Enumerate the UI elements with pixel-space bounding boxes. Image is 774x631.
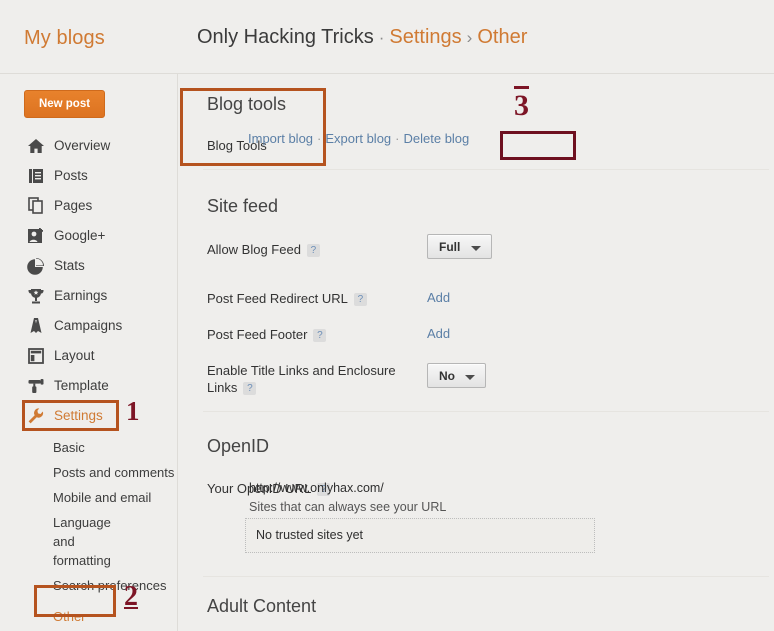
help-icon[interactable]: ? [353,293,367,306]
sidebar-item-earnings[interactable]: Earnings [0,281,178,311]
sidebar: New post Overview Posts Pages Google+ St… [0,74,178,631]
openid-heading: OpenID [207,436,270,456]
link-separator-dot: · [395,131,400,146]
post-feed-redirect-text: Post Feed Redirect URL [207,291,348,306]
blog-tools-actions: Import blog · Export blog · Delete blog [248,131,469,146]
divider [203,576,769,577]
breadcrumb: Only Hacking Tricks · Settings › Other [197,26,527,49]
export-blog-link[interactable]: Export blog [325,131,391,146]
delete-blog-link[interactable]: Delete blog [404,131,470,146]
adult-content-heading: Adult Content [207,596,317,616]
blogger-settings-screen: My blogs Only Hacking Tricks · Settings › Ot… [0,0,774,631]
sidebar-item-stats[interactable]: Stats [0,251,178,281]
chevron-down-icon [471,246,481,251]
post-feed-redirect-add-link[interactable]: Add [427,290,450,305]
chevron-down-icon [465,375,475,380]
sidebar-item-label: Stats [54,258,85,273]
sidebar-item-pages[interactable]: Pages [0,191,178,221]
stats-pie-icon [27,257,45,275]
sidebar-item-layout[interactable]: Layout [0,341,178,371]
help-icon[interactable]: ? [306,244,320,257]
openid-sub-text: Sites that can always see your URL [249,500,447,514]
divider [203,169,769,170]
blog-tools-heading: Blog tools [207,94,287,114]
link-separator-dot: · [317,131,322,146]
top-bar: My blogs Only Hacking Tricks · Settings › Ot… [0,0,774,74]
import-blog-link[interactable]: Import blog [248,131,313,146]
divider [203,411,769,412]
sidebar-item-label: Overview [54,138,111,153]
allow-blog-feed-dropdown[interactable]: Full [427,234,492,259]
site-feed-heading: Site feed [207,196,279,216]
dropdown-value: Full [439,240,461,254]
new-post-button[interactable]: New post [24,90,105,118]
sidebar-item-label: Google+ [54,228,106,243]
allow-blog-feed-label: Allow Blog Feed? [207,241,320,258]
posts-icon [27,167,45,185]
post-feed-footer-add-link[interactable]: Add [427,326,450,341]
sidebar-item-label: Posts [54,168,88,183]
sidebar-item-label: Settings [54,408,103,423]
breadcrumb-other[interactable]: Other [477,26,527,48]
openid-url-value: http://www.onlyhax.com/ [249,481,384,495]
post-feed-footer-text: Post Feed Footer [207,327,308,342]
home-icon [27,137,45,155]
sidebar-subitem-other[interactable]: Other [0,604,178,629]
template-brush-icon [27,377,45,395]
breadcrumb-dot: · [378,28,385,47]
breadcrumb-blog-name: Only Hacking Tricks [197,26,374,48]
sidebar-item-campaigns[interactable]: Campaigns [0,311,178,341]
trusted-sites-text: No trusted sites yet [256,528,363,542]
trophy-icon [27,287,45,305]
help-icon[interactable]: ? [313,329,327,342]
wrench-icon [27,407,45,425]
breadcrumb-chevron-icon: › [466,28,473,47]
sidebar-item-label: Campaigns [54,318,123,333]
sidebar-item-overview[interactable]: Overview [0,131,178,161]
enable-title-links-label: Enable Title Links and Enclosure Links? [207,362,407,396]
breadcrumb-settings[interactable]: Settings [389,26,461,48]
sidebar-item-posts[interactable]: Posts [0,161,178,191]
sidebar-item-label: Pages [54,198,93,213]
sidebar-item-settings[interactable]: Settings [0,401,178,431]
sidebar-item-google-plus[interactable]: Google+ [0,221,178,251]
sidebar-item-label: Earnings [54,288,108,303]
sidebar-nav: Overview Posts Pages Google+ Stats Earni… [0,131,178,629]
allow-blog-feed-text: Allow Blog Feed [207,242,301,257]
sidebar-item-label: Template [54,378,109,393]
sidebar-item-template[interactable]: Template [0,371,178,401]
sidebar-subitem-language-and-formatting[interactable]: Language and formatting [0,510,111,573]
sidebar-subitem-basic[interactable]: Basic [0,435,178,460]
layout-icon [27,347,45,365]
enable-title-links-dropdown[interactable]: No [427,363,486,388]
google-plus-icon [27,227,45,245]
post-feed-redirect-label: Post Feed Redirect URL? [207,290,367,307]
enable-title-links-text: Enable Title Links and Enclosure Links [207,363,396,395]
dropdown-value: No [439,369,455,383]
my-blogs-link[interactable]: My blogs [24,27,105,50]
pages-icon [27,197,45,215]
sidebar-item-label: Layout [54,348,95,363]
help-icon[interactable]: ? [243,382,257,395]
post-feed-footer-label: Post Feed Footer? [207,326,327,343]
campaigns-icon [27,317,45,335]
sidebar-subitem-search-preferences[interactable]: Search preferences [0,573,178,598]
sidebar-subitem-posts-and-comments[interactable]: Posts and comments [0,460,178,485]
sidebar-subitem-mobile-and-email[interactable]: Mobile and email [0,485,178,510]
trusted-sites-box: No trusted sites yet [245,518,595,553]
